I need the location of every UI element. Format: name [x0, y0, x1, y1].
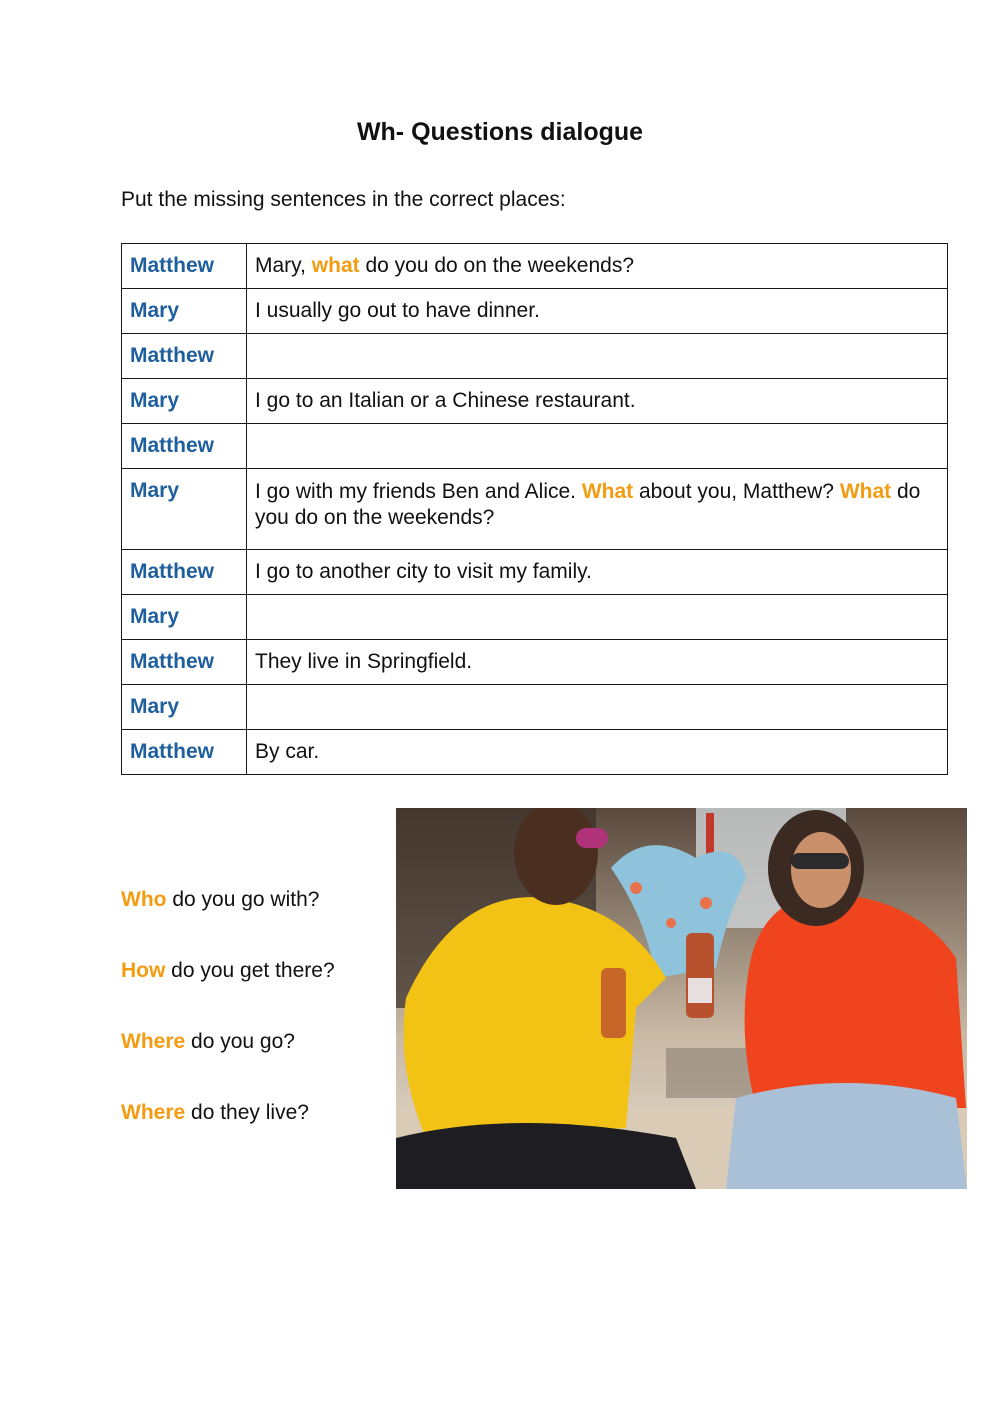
sentence-text: do you go with? — [166, 888, 320, 911]
blank-answer-cell[interactable] — [246, 423, 948, 469]
speaker-name: Matthew — [121, 549, 247, 595]
bottle-label — [688, 978, 712, 1003]
line-text: do you do on the weekends? — [359, 254, 634, 277]
wh-word: what — [311, 254, 360, 277]
missing-sentence[interactable]: Where do you go? — [121, 1030, 335, 1101]
dialogue-line: I usually go out to have dinner. — [246, 288, 948, 334]
sentence-text: do they live? — [185, 1101, 309, 1124]
line-text: I go to another city to visit my family. — [255, 560, 592, 583]
wh-word: Who — [121, 888, 167, 911]
dialogue-row: Mary I go with my friends Ben and Alice. … — [121, 468, 948, 550]
woman-face — [791, 832, 851, 908]
dialogue-row: Matthew — [121, 333, 948, 379]
sculpture-dot — [666, 918, 676, 928]
blank-answer-cell[interactable] — [246, 333, 948, 379]
wh-word: What — [839, 480, 892, 503]
speaker-name: Matthew — [121, 729, 247, 775]
dialogue-row: Matthew — [121, 423, 948, 469]
line-text: Mary, — [255, 254, 312, 277]
line-text: By car. — [255, 740, 320, 763]
dialogue-row: Matthew Mary, what do you do on the weeke… — [121, 243, 948, 289]
dialogue-line: By car. — [246, 729, 948, 775]
sculpture-dot — [630, 882, 642, 894]
wh-word: What — [581, 480, 634, 503]
man-sunglasses — [576, 828, 608, 848]
dialogue-row: Mary I go to an Italian or a Chinese rest… — [121, 378, 948, 424]
missing-sentence[interactable]: Who do you go with? — [121, 888, 335, 959]
dialogue-row: Mary — [121, 684, 948, 730]
line-text: I go with my friends Ben and Alice. — [255, 480, 582, 503]
dialogue-row: Mary I usually go out to have dinner. — [121, 288, 948, 334]
line-text: about you, Matthew? — [633, 480, 840, 503]
bottle-woman — [686, 933, 714, 1018]
dialogue-line: I go with my friends Ben and Alice. What… — [246, 468, 948, 550]
line-text: They live in Springfield. — [255, 650, 473, 673]
speaker-name: Matthew — [121, 243, 247, 289]
missing-sentences-list: Who do you go with? How do you get there?… — [121, 888, 335, 1172]
bottle-man — [601, 968, 626, 1038]
wh-word: Where — [121, 1101, 186, 1124]
dialogue-line: They live in Springfield. — [246, 639, 948, 685]
speaker-name: Matthew — [121, 639, 247, 685]
line-text: I go to an Italian or a Chinese restaura… — [255, 389, 636, 412]
friends-photo — [396, 808, 967, 1189]
speaker-name: Mary — [121, 378, 247, 424]
dialogue-line: I go to another city to visit my family. — [246, 549, 948, 595]
missing-sentence[interactable]: Where do they live? — [121, 1101, 335, 1172]
speaker-name: Mary — [121, 468, 247, 550]
missing-sentence[interactable]: How do you get there? — [121, 959, 335, 1030]
speaker-name: Mary — [121, 684, 247, 730]
dialogue-row: Matthew They live in Springfield. — [121, 639, 948, 685]
blank-answer-cell[interactable] — [246, 684, 948, 730]
blank-answer-cell[interactable] — [246, 594, 948, 640]
dialogue-row: Mary — [121, 594, 948, 640]
sculpture-dot — [700, 897, 712, 909]
page-title: Wh- Questions dialogue — [356, 118, 644, 146]
dialogue-row: Matthew By car. — [121, 729, 948, 775]
line-text: I usually go out to have dinner. — [255, 299, 540, 322]
woman-sunglasses — [791, 853, 849, 869]
woman-jeans — [726, 1083, 967, 1189]
photo-illustration — [396, 808, 967, 1189]
dialogue-row: Matthew I go to another city to visit my … — [121, 549, 948, 595]
sentence-text: do you get there? — [165, 959, 335, 982]
speaker-name: Mary — [121, 288, 247, 334]
dialogue-line: I go to an Italian or a Chinese restaura… — [246, 378, 948, 424]
instruction-text: Put the missing sentences in the correct… — [121, 188, 566, 211]
sentence-text: do you go? — [185, 1030, 295, 1053]
dialogue-line: Mary, what do you do on the weekends? — [246, 243, 948, 289]
speaker-name: Matthew — [121, 423, 247, 469]
wh-word: How — [121, 959, 166, 982]
speaker-name: Mary — [121, 594, 247, 640]
wh-word: Where — [121, 1030, 186, 1053]
dialogue-table: Matthew Mary, what do you do on the weeke… — [121, 243, 948, 775]
speaker-name: Matthew — [121, 333, 247, 379]
